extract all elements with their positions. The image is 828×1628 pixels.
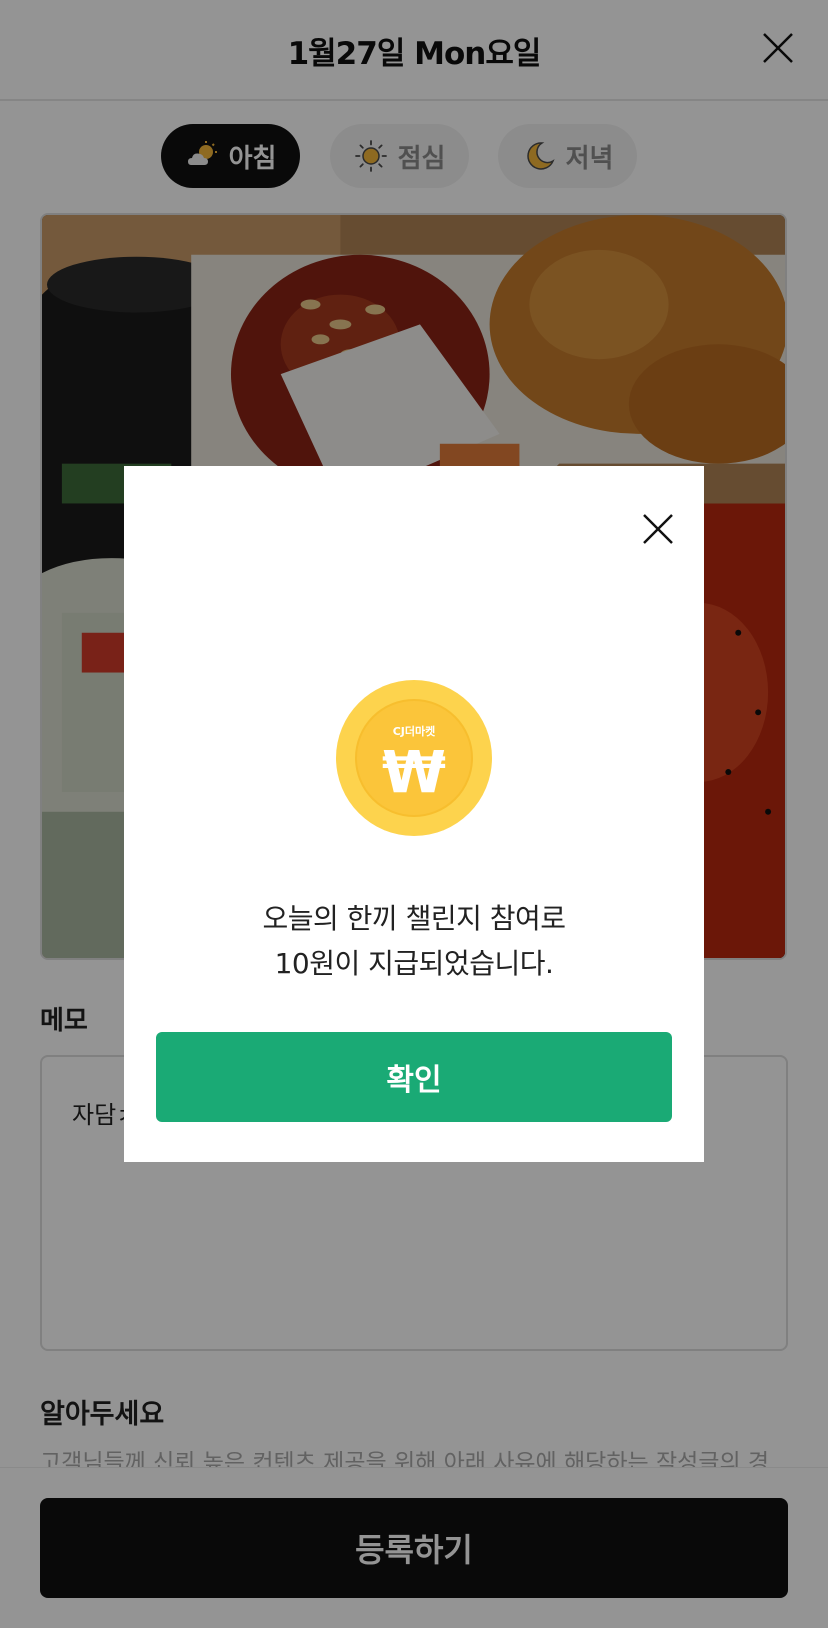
confirm-button[interactable]: 확인: [156, 1032, 672, 1122]
reward-modal: CJ더마켓 ₩ 오늘의 한끼 챌린지 참여로 10원이 지급되었습니다. 확인: [124, 466, 704, 1162]
reward-message: 오늘의 한끼 챌린지 참여로 10원이 지급되었습니다.: [124, 896, 704, 986]
reward-message-line2: 10원이 지급되었습니다.: [274, 947, 554, 980]
reward-message-line1: 오늘의 한끼 챌린지 참여로: [262, 902, 566, 935]
modal-close-icon[interactable]: [638, 509, 678, 549]
coin-brand: CJ더마켓: [393, 724, 436, 738]
coin-symbol: ₩: [382, 738, 446, 806]
coin-icon: CJ더마켓 ₩: [336, 680, 492, 836]
